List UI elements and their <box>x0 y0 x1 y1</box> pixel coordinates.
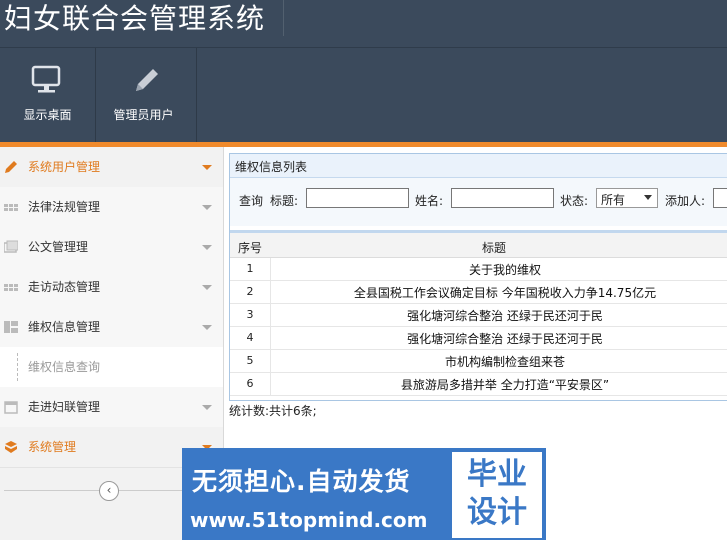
pencil-icon <box>4 160 18 174</box>
sidebar-item-label: 走进妇联管理 <box>28 400 101 414</box>
title-input[interactable] <box>306 188 409 208</box>
row-title: 关于我的维权 <box>468 263 541 277</box>
document-icon <box>3 240 19 254</box>
table-row[interactable]: 3 强化塘河综合整治 还绿于民还河于民 <box>230 304 727 327</box>
chevron-down-icon <box>202 165 212 170</box>
panel-title: 维权信息列表 <box>235 160 308 174</box>
app-header: 妇女联合会管理系统 显示桌面 管理员用户 <box>0 0 727 142</box>
row-index: 3 <box>246 308 254 321</box>
watermark-url: www.51topmind.com <box>190 508 428 532</box>
watermark-logo-line1: 毕业 <box>467 457 527 492</box>
chevron-down-icon <box>202 205 212 210</box>
pencil-icon <box>96 64 191 96</box>
tree-line <box>17 353 18 381</box>
row-title: 市机构编制检查组来苍 <box>444 355 565 369</box>
watermark-slogan: 无须担心.自动发货 <box>192 467 411 496</box>
row-index: 4 <box>246 331 254 344</box>
collapse-sidebar-button[interactable]: ‹ <box>99 481 119 501</box>
sidebar-item-documents[interactable]: 公文管理理 <box>0 227 223 268</box>
watermark-banner: 无须担心.自动发货 www.51topmind.com 毕业 设计 <box>182 448 546 540</box>
row-index: 5 <box>246 354 254 367</box>
sidebar-item-laws[interactable]: 法律法规管理 <box>0 187 223 228</box>
sidebar-item-womens-federation[interactable]: 走进妇联管理 <box>0 387 223 428</box>
sidebar-item-label: 系统用户管理 <box>28 160 101 174</box>
watermark-logo: 毕业 设计 <box>450 450 544 540</box>
show-desktop-button[interactable]: 显示桌面 <box>0 48 95 142</box>
record-count: 统计数:共计6条; <box>229 404 317 418</box>
search-bar: 查询 标题: 姓名: 状态: 所有 添加人: <box>230 178 727 226</box>
chevron-down-icon <box>202 325 212 330</box>
row-title: 县旅游局多措并举 全力打造“平安景区” <box>400 378 610 392</box>
title-label: 标题: <box>270 194 299 208</box>
sidebar-item-visits[interactable]: 走访动态管理 <box>0 267 223 308</box>
title-divider <box>283 0 284 36</box>
table-row[interactable]: 2 全县国税工作会议确定目标 今年国税收入力争14.75亿元 <box>230 281 727 304</box>
table-row[interactable]: 5 市机构编制检查组来苍 <box>230 350 727 373</box>
row-index: 6 <box>246 377 254 390</box>
toolbar-separator <box>196 48 197 142</box>
sidebar-item-label: 维权信息管理 <box>28 320 101 334</box>
status-select-value: 所有 <box>601 193 626 207</box>
sidebar-item-label: 法律法规管理 <box>28 200 101 214</box>
query-label: 查询 <box>239 194 264 208</box>
chevron-down-icon <box>202 405 212 410</box>
row-title: 强化塘河综合整治 还绿于民还河于民 <box>407 332 603 346</box>
calendar-icon <box>4 400 18 414</box>
grid-icon <box>4 280 18 294</box>
table-row[interactable]: 1 关于我的维权 <box>230 258 727 281</box>
column-header-index: 序号 <box>238 241 263 255</box>
table-row[interactable]: 4 强化塘河综合整治 还绿于民还河于民 <box>230 327 727 350</box>
row-index: 2 <box>246 285 254 298</box>
row-title: 全县国税工作会议确定目标 今年国税收入力争14.75亿元 <box>353 286 657 300</box>
watermark-logo-line2: 设计 <box>467 495 527 530</box>
name-label: 姓名: <box>415 194 444 208</box>
status-label: 状态: <box>560 194 589 208</box>
monitor-icon <box>0 64 95 96</box>
sidebar-subitem-label: 维权信息查询 <box>28 360 101 374</box>
sidebar-subitem-rights-query[interactable]: 维权信息查询 <box>0 347 223 388</box>
column-header-title: 标题 <box>482 241 507 255</box>
sidebar-item-label: 系统管理 <box>28 440 77 454</box>
sidebar-item-label: 公文管理理 <box>28 240 89 254</box>
rights-info-panel: 维权信息列表 查询 标题: 姓名: 状态: 所有 添加人: 序号 标题 1 关于… <box>229 153 727 401</box>
panel-header: 维权信息列表 <box>230 154 727 178</box>
sidebar-item-rights-info[interactable]: 维权信息管理 <box>0 307 223 348</box>
chevron-down-icon <box>202 285 212 290</box>
row-index: 1 <box>246 262 254 275</box>
sidebar-item-system-users[interactable]: 系统用户管理 <box>0 147 223 188</box>
chevron-down-icon <box>644 195 652 200</box>
box-icon <box>4 440 18 454</box>
admin-user-label: 管理员用户 <box>113 108 174 122</box>
show-desktop-label: 显示桌面 <box>23 108 72 122</box>
app-title: 妇女联合会管理系统 <box>4 2 266 35</box>
layout-icon <box>4 320 18 334</box>
chevron-down-icon <box>202 245 212 250</box>
table-header: 序号 标题 <box>230 233 727 258</box>
grid-icon <box>4 200 18 214</box>
adder-input[interactable] <box>713 188 727 208</box>
admin-user-button[interactable]: 管理员用户 <box>96 48 191 142</box>
status-select[interactable]: 所有 <box>596 188 658 208</box>
row-title: 强化塘河综合整治 还绿于民还河于民 <box>407 309 603 323</box>
name-input[interactable] <box>451 188 554 208</box>
table-row[interactable]: 6 县旅游局多措并举 全力打造“平安景区” <box>230 373 727 396</box>
sidebar-item-label: 走访动态管理 <box>28 280 101 294</box>
adder-label: 添加人: <box>665 194 706 208</box>
